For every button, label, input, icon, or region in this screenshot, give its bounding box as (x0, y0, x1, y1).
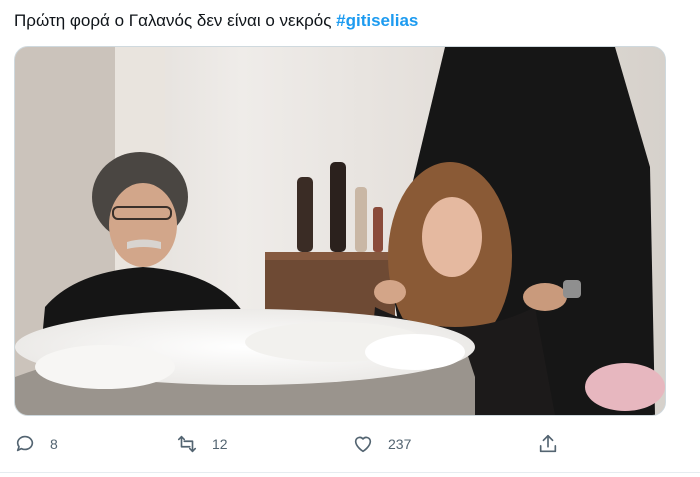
reply-icon (16, 435, 34, 452)
tweet-actions: 8 12 237 (0, 428, 700, 460)
tweet-photo[interactable] (14, 46, 666, 416)
like-icon (354, 436, 372, 453)
like-count: 237 (388, 436, 412, 452)
divider (0, 472, 700, 473)
retweet-icon (177, 435, 197, 453)
reply-count: 8 (50, 436, 58, 452)
photo-illustration (15, 47, 665, 415)
share-button[interactable] (537, 428, 559, 460)
tweet-body: Πρώτη φορά ο Γαλανός δεν είναι ο νεκρός (14, 11, 337, 30)
hashtag-link[interactable]: #gitiselias (336, 11, 418, 30)
retweet-button[interactable]: 12 (176, 428, 228, 460)
like-button[interactable]: 237 (352, 428, 411, 460)
retweet-count: 12 (212, 436, 228, 452)
share-icon (539, 434, 557, 453)
reply-button[interactable]: 8 (14, 428, 58, 460)
tweet-text: Πρώτη φορά ο Γαλανός δεν είναι ο νεκρός … (14, 10, 418, 32)
